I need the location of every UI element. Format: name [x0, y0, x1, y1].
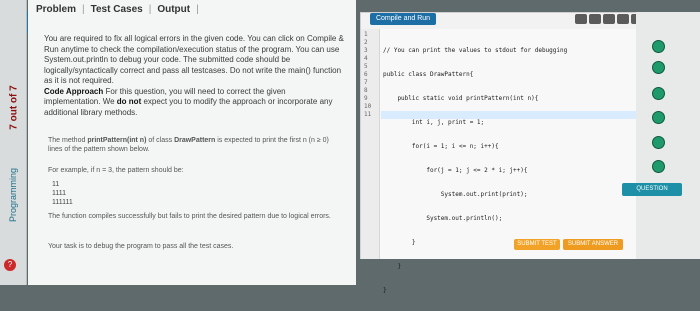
line-number: 6 [364, 71, 368, 78]
pattern-line: 111111 [52, 199, 73, 206]
section-label: Programming [8, 167, 18, 223]
compile-note: The function compiles successfully but f… [48, 213, 331, 220]
side-strip: 7 out of 7 Programming ? [0, 0, 27, 285]
code-editor[interactable]: 1 2 3 4 5 6 7 8 9 10 11 // You can print… [360, 29, 672, 294]
question-dot[interactable] [652, 136, 665, 149]
tool-icon[interactable] [603, 14, 615, 24]
tab-separator: | [82, 4, 85, 15]
question-nav-panel [636, 12, 700, 259]
code-line[interactable]: public static void printPattern(int n){ [383, 95, 567, 103]
question-dot[interactable] [652, 40, 665, 53]
code-line[interactable]: public class DrawPattern{ [383, 71, 567, 79]
method-line: The method printPattern(int n) of class … [48, 136, 344, 154]
method-name: printPattern(int n) [87, 137, 147, 144]
tool-icon[interactable] [617, 14, 629, 24]
code-line[interactable]: } [383, 287, 567, 295]
code-approach-label: Code Approach [44, 86, 104, 96]
task-line: Your task is to debug the program to pas… [48, 243, 234, 250]
pattern-example: 11 1111 111111 [52, 180, 73, 207]
line-number: 8 [364, 87, 368, 94]
pattern-line: 1111 [52, 190, 67, 197]
tab-separator: | [148, 4, 152, 15]
code-line[interactable]: System.out.println(); [383, 215, 567, 223]
problem-panel: Problem | Test Cases | Output | You are … [28, 0, 356, 285]
tabs: Problem | Test Cases | Output | [36, 4, 199, 22]
submit-answer-button[interactable]: SUBMIT ANSWER [563, 239, 623, 250]
line-number: 4 [364, 55, 368, 62]
question-dot[interactable] [652, 61, 665, 74]
line-number: 2 [364, 39, 368, 46]
tool-icon[interactable] [589, 14, 601, 24]
do-not-emphasis: do not [116, 97, 142, 106]
tab-output[interactable]: Output [157, 4, 190, 22]
line-number: 5 [364, 63, 368, 70]
problem-description: You are required to fix all logical erro… [44, 34, 344, 118]
tool-icon[interactable] [575, 14, 587, 24]
question-tab[interactable]: QUESTION [622, 183, 682, 196]
code-line[interactable]: for(j = 1; j <= 2 * i; j++){ [383, 167, 567, 175]
method-mid: of class [148, 137, 175, 144]
help-icon: ? [4, 259, 16, 271]
line-number: 3 [364, 47, 368, 54]
code-line[interactable]: // You can print the values to stdout fo… [383, 47, 567, 55]
class-name: DrawPattern [174, 137, 216, 144]
code-line[interactable]: for(i = 1; i <= n; i++){ [383, 143, 567, 151]
code-line[interactable]: } [383, 263, 567, 271]
tab-separator: | [196, 4, 199, 15]
question-dot[interactable] [652, 111, 665, 124]
editor-tools [575, 14, 643, 24]
question-dot[interactable] [652, 87, 665, 100]
submit-test-button[interactable]: SUBMIT TEST [514, 239, 560, 250]
problem-intro: You are required to fix all logical erro… [44, 34, 344, 85]
tab-problem[interactable]: Problem [36, 4, 76, 22]
line-number: 7 [364, 79, 368, 86]
line-number: 11 [364, 111, 372, 118]
line-number: 10 [364, 103, 372, 110]
code-line[interactable]: System.out.print(print); [383, 191, 567, 199]
line-number: 9 [364, 95, 368, 102]
code-text[interactable]: // You can print the values to stdout fo… [383, 31, 567, 311]
tab-test-cases[interactable]: Test Cases [91, 4, 143, 22]
pattern-line: 11 [52, 181, 60, 188]
method-line-pre: The method [48, 137, 88, 144]
line-numbers: 1 2 3 4 5 6 7 8 9 10 11 [364, 31, 371, 119]
compile-run-button[interactable]: Compile and Run [370, 13, 436, 25]
question-dot[interactable] [652, 160, 665, 173]
line-number: 1 [364, 31, 368, 38]
code-line[interactable]: int i, j, print = 1; [383, 119, 567, 127]
progress-label: 7 out of 7 [8, 85, 20, 130]
example-line: For example, if n = 3, the pattern shoul… [48, 167, 184, 174]
